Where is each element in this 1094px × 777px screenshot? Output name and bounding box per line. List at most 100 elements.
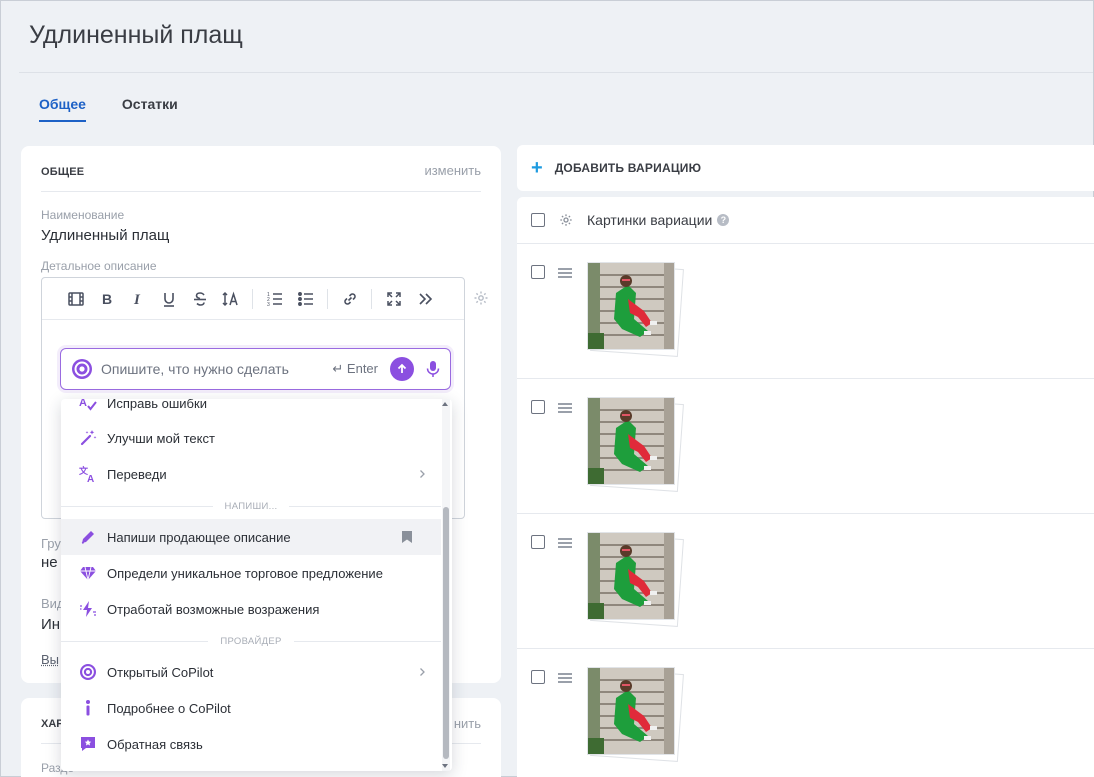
svg-text:A: A <box>87 474 94 483</box>
toolbar-divider <box>371 289 372 309</box>
variation-row <box>517 244 1094 379</box>
variation-row <box>517 649 1094 777</box>
underline-icon[interactable] <box>153 286 184 312</box>
menu-item-open-copilot[interactable]: Открытый CoPilot <box>61 654 441 690</box>
spellcheck-icon: A <box>78 399 98 413</box>
scrollbar-thumb[interactable] <box>443 507 449 759</box>
add-variation-label: ДОБАВИТЬ ВАРИАЦИЮ <box>555 161 702 175</box>
ai-prompt-placeholder: Опишите, что нужно сделать <box>101 361 332 377</box>
feedback-icon <box>78 734 98 754</box>
variation-image-stack[interactable] <box>587 667 679 759</box>
translate-icon: 文A <box>78 464 98 484</box>
editor-toolbar: B I 123 <box>42 278 464 320</box>
svg-text:A: A <box>79 399 87 409</box>
group-value: не <box>41 554 58 571</box>
type-value: Ин <box>41 616 60 633</box>
scroll-up-arrow-icon[interactable] <box>442 402 448 406</box>
menu-item-label: Обратная связь <box>107 737 441 752</box>
copilot-logo-icon <box>71 358 93 380</box>
variation-image-stack[interactable] <box>587 262 679 354</box>
menu-item-label: Напиши продающее описание <box>107 530 401 545</box>
menu-section-write: НАПИШИ... <box>61 498 441 514</box>
menu-item-label: Подробнее о CoPilot <box>107 701 441 716</box>
variations-panel: Картинки вариации ? <box>517 197 1094 777</box>
edit-link[interactable]: изменить <box>424 163 481 178</box>
editor-settings-gear-icon[interactable] <box>473 290 489 306</box>
svg-text:I: I <box>133 292 141 308</box>
menu-item-label: Отработай возможные возражения <box>107 602 441 617</box>
copilot-icon <box>78 662 98 682</box>
drag-handle-icon[interactable] <box>558 673 572 683</box>
lightning-icon <box>78 599 98 619</box>
tab-general[interactable]: Общее <box>39 96 86 122</box>
ai-actions-menu: A Исправь ошибки Улучши мой текст 文A Пер… <box>61 399 452 771</box>
diamond-icon <box>78 563 98 583</box>
drag-handle-icon[interactable] <box>558 268 572 278</box>
variation-checkbox[interactable] <box>531 670 545 684</box>
menu-item-label: Открытый CoPilot <box>107 665 417 680</box>
characteristics-edit-link[interactable]: нить <box>454 716 481 731</box>
drag-handle-icon[interactable] <box>558 538 572 548</box>
menu-item-fix-errors[interactable]: A Исправь ошибки <box>61 399 441 421</box>
variation-checkbox[interactable] <box>531 535 545 549</box>
link-icon[interactable] <box>334 286 365 312</box>
bold-icon[interactable]: B <box>91 286 122 312</box>
menu-item-objections[interactable]: Отработай возможные возражения <box>61 591 441 627</box>
bullet-list-icon[interactable] <box>290 286 321 312</box>
info-icon <box>78 698 98 718</box>
menu-item-usp[interactable]: Определи уникальное торговое предложение <box>61 555 441 591</box>
arrow-up-icon <box>396 363 408 375</box>
images-column-header: Картинки вариации <box>587 212 712 228</box>
select-link[interactable]: Вы <box>41 652 59 667</box>
italic-icon[interactable]: I <box>122 286 153 312</box>
menu-item-label: Переведи <box>107 467 417 482</box>
strikethrough-icon[interactable] <box>184 286 215 312</box>
menu-section-label: ПРОВАЙДЕР <box>208 636 293 647</box>
variation-checkbox[interactable] <box>531 400 545 414</box>
ai-prompt-input[interactable]: Опишите, что нужно сделать ↵ Enter <box>60 348 451 390</box>
pen-icon <box>78 527 98 547</box>
fullscreen-icon[interactable] <box>378 286 409 312</box>
variation-checkbox[interactable] <box>531 265 545 279</box>
variation-row <box>517 514 1094 649</box>
select-all-checkbox[interactable] <box>531 213 545 227</box>
menu-item-label: Определи уникальное торговое предложение <box>107 566 441 581</box>
variation-image-stack[interactable] <box>587 397 679 489</box>
menu-item-label: Улучши мой текст <box>107 431 441 446</box>
help-icon[interactable]: ? <box>717 214 729 226</box>
name-label: Наименование <box>41 208 124 222</box>
film-icon[interactable] <box>60 286 91 312</box>
toolbar-divider <box>327 289 328 309</box>
microphone-icon[interactable] <box>426 360 440 378</box>
variation-image-stack[interactable] <box>587 532 679 624</box>
bookmark-icon[interactable] <box>401 530 413 544</box>
menu-item-about-copilot[interactable]: Подробнее о CoPilot <box>61 690 441 726</box>
variation-thumbnail <box>587 667 675 755</box>
enter-hint-label: Enter <box>347 361 378 376</box>
add-variation-button[interactable]: + ДОБАВИТЬ ВАРИАЦИЮ <box>517 145 1094 191</box>
more-icon[interactable] <box>409 286 440 312</box>
magic-wand-icon <box>78 428 98 448</box>
drag-handle-icon[interactable] <box>558 403 572 413</box>
plus-icon: + <box>531 158 543 178</box>
group-label: Гру <box>41 536 61 551</box>
tab-stock[interactable]: Остатки <box>122 96 178 122</box>
gear-icon[interactable] <box>559 213 573 227</box>
variations-header: Картинки вариации ? <box>517 197 1094 244</box>
menu-item-improve-text[interactable]: Улучши мой текст <box>61 420 441 456</box>
ordered-list-icon[interactable]: 123 <box>259 286 290 312</box>
send-button[interactable] <box>390 357 414 381</box>
description-label: Детальное описание <box>41 259 157 273</box>
menu-section-provider: ПРОВАЙДЕР <box>61 633 441 649</box>
menu-section-label: НАПИШИ... <box>213 501 290 512</box>
menu-item-translate[interactable]: 文A Переведи <box>61 456 441 492</box>
variation-row <box>517 379 1094 514</box>
svg-text:3: 3 <box>267 302 270 308</box>
menu-item-feedback[interactable]: Обратная связь <box>61 726 441 762</box>
scroll-down-arrow-icon[interactable] <box>442 764 448 768</box>
menu-item-selling-description[interactable]: Напиши продающее описание <box>61 519 441 555</box>
svg-text:B: B <box>102 291 112 307</box>
text-size-icon[interactable] <box>215 286 246 312</box>
chevron-right-icon <box>417 469 427 479</box>
name-value: Удлиненный плащ <box>41 227 169 244</box>
